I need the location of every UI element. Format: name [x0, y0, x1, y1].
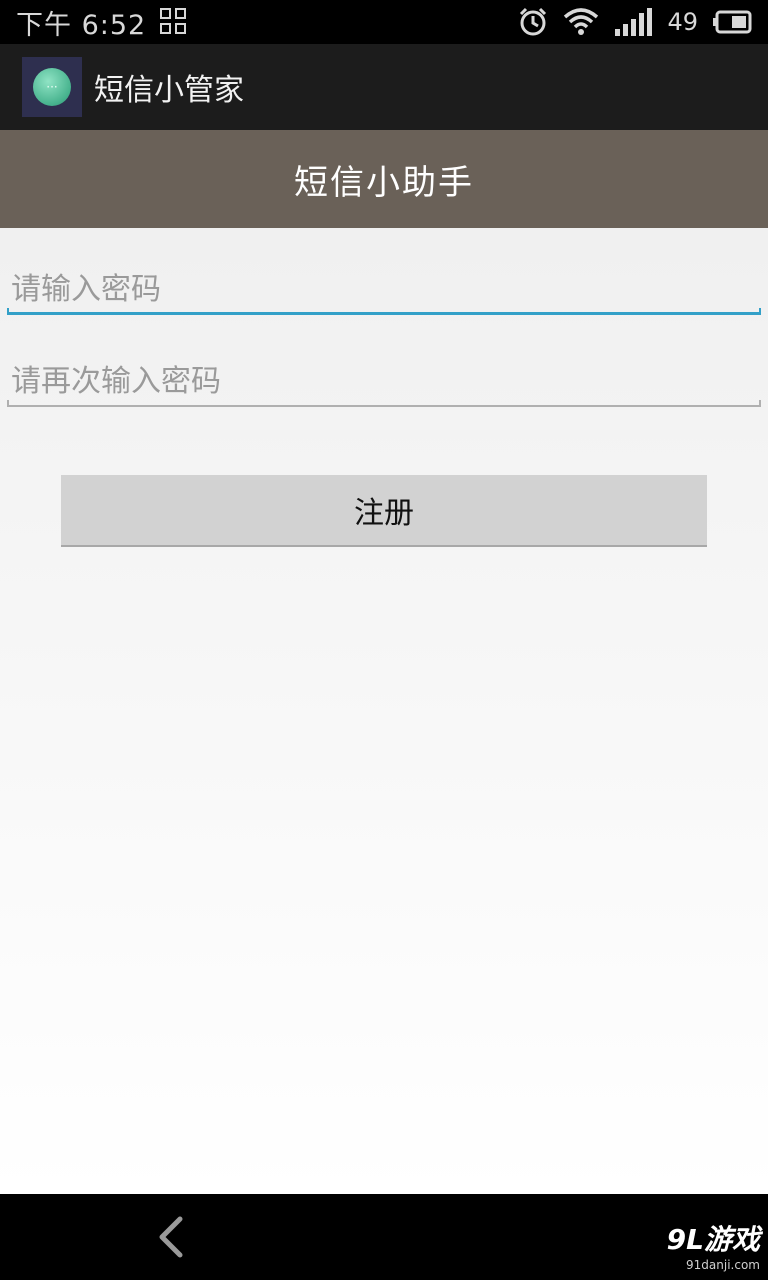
app-icon[interactable]: ··· — [22, 57, 82, 117]
confirm-password-underline — [7, 405, 761, 407]
navigation-bar: 9L游戏 91danji.com — [0, 1194, 768, 1280]
chat-bubble-icon: ··· — [33, 68, 71, 106]
watermark-url: 91danji.com — [686, 1258, 760, 1272]
underline-tick-right — [759, 308, 761, 315]
password-input[interactable] — [7, 271, 761, 307]
register-button[interactable]: 注册 — [61, 475, 707, 547]
register-form: 注册 — [0, 228, 768, 1194]
underline-tick-left — [7, 308, 9, 315]
status-time: 下午 6:52 — [16, 9, 147, 41]
app-title: 短信小管家 — [94, 73, 244, 108]
back-button[interactable] — [150, 1207, 190, 1267]
confirm-password-field-wrapper — [7, 355, 761, 407]
watermark: 9L游戏 91danji.com — [667, 1218, 760, 1272]
battery-level: 49 — [667, 8, 698, 36]
back-arrow-icon — [159, 1216, 183, 1258]
password-underline — [7, 312, 761, 315]
wifi-icon — [564, 8, 599, 35]
action-bar: ··· 短信小管家 — [0, 44, 768, 130]
status-icons: 49 — [517, 6, 752, 38]
battery-icon — [713, 10, 752, 34]
alarm-icon — [520, 7, 547, 36]
page-title: 短信小助手 — [294, 162, 474, 203]
status-bar: 下午 6:52 49 — [0, 0, 768, 44]
password-field-wrapper — [7, 263, 761, 315]
page-header: 短信小助手 — [0, 130, 768, 228]
underline-tick-right — [759, 400, 761, 407]
screenshot-grid-icon — [160, 8, 188, 36]
underline-tick-left — [7, 400, 9, 407]
confirm-password-input[interactable] — [7, 363, 761, 399]
signal-icon — [615, 8, 653, 36]
watermark-logo: 9L游戏 — [666, 1223, 760, 1256]
